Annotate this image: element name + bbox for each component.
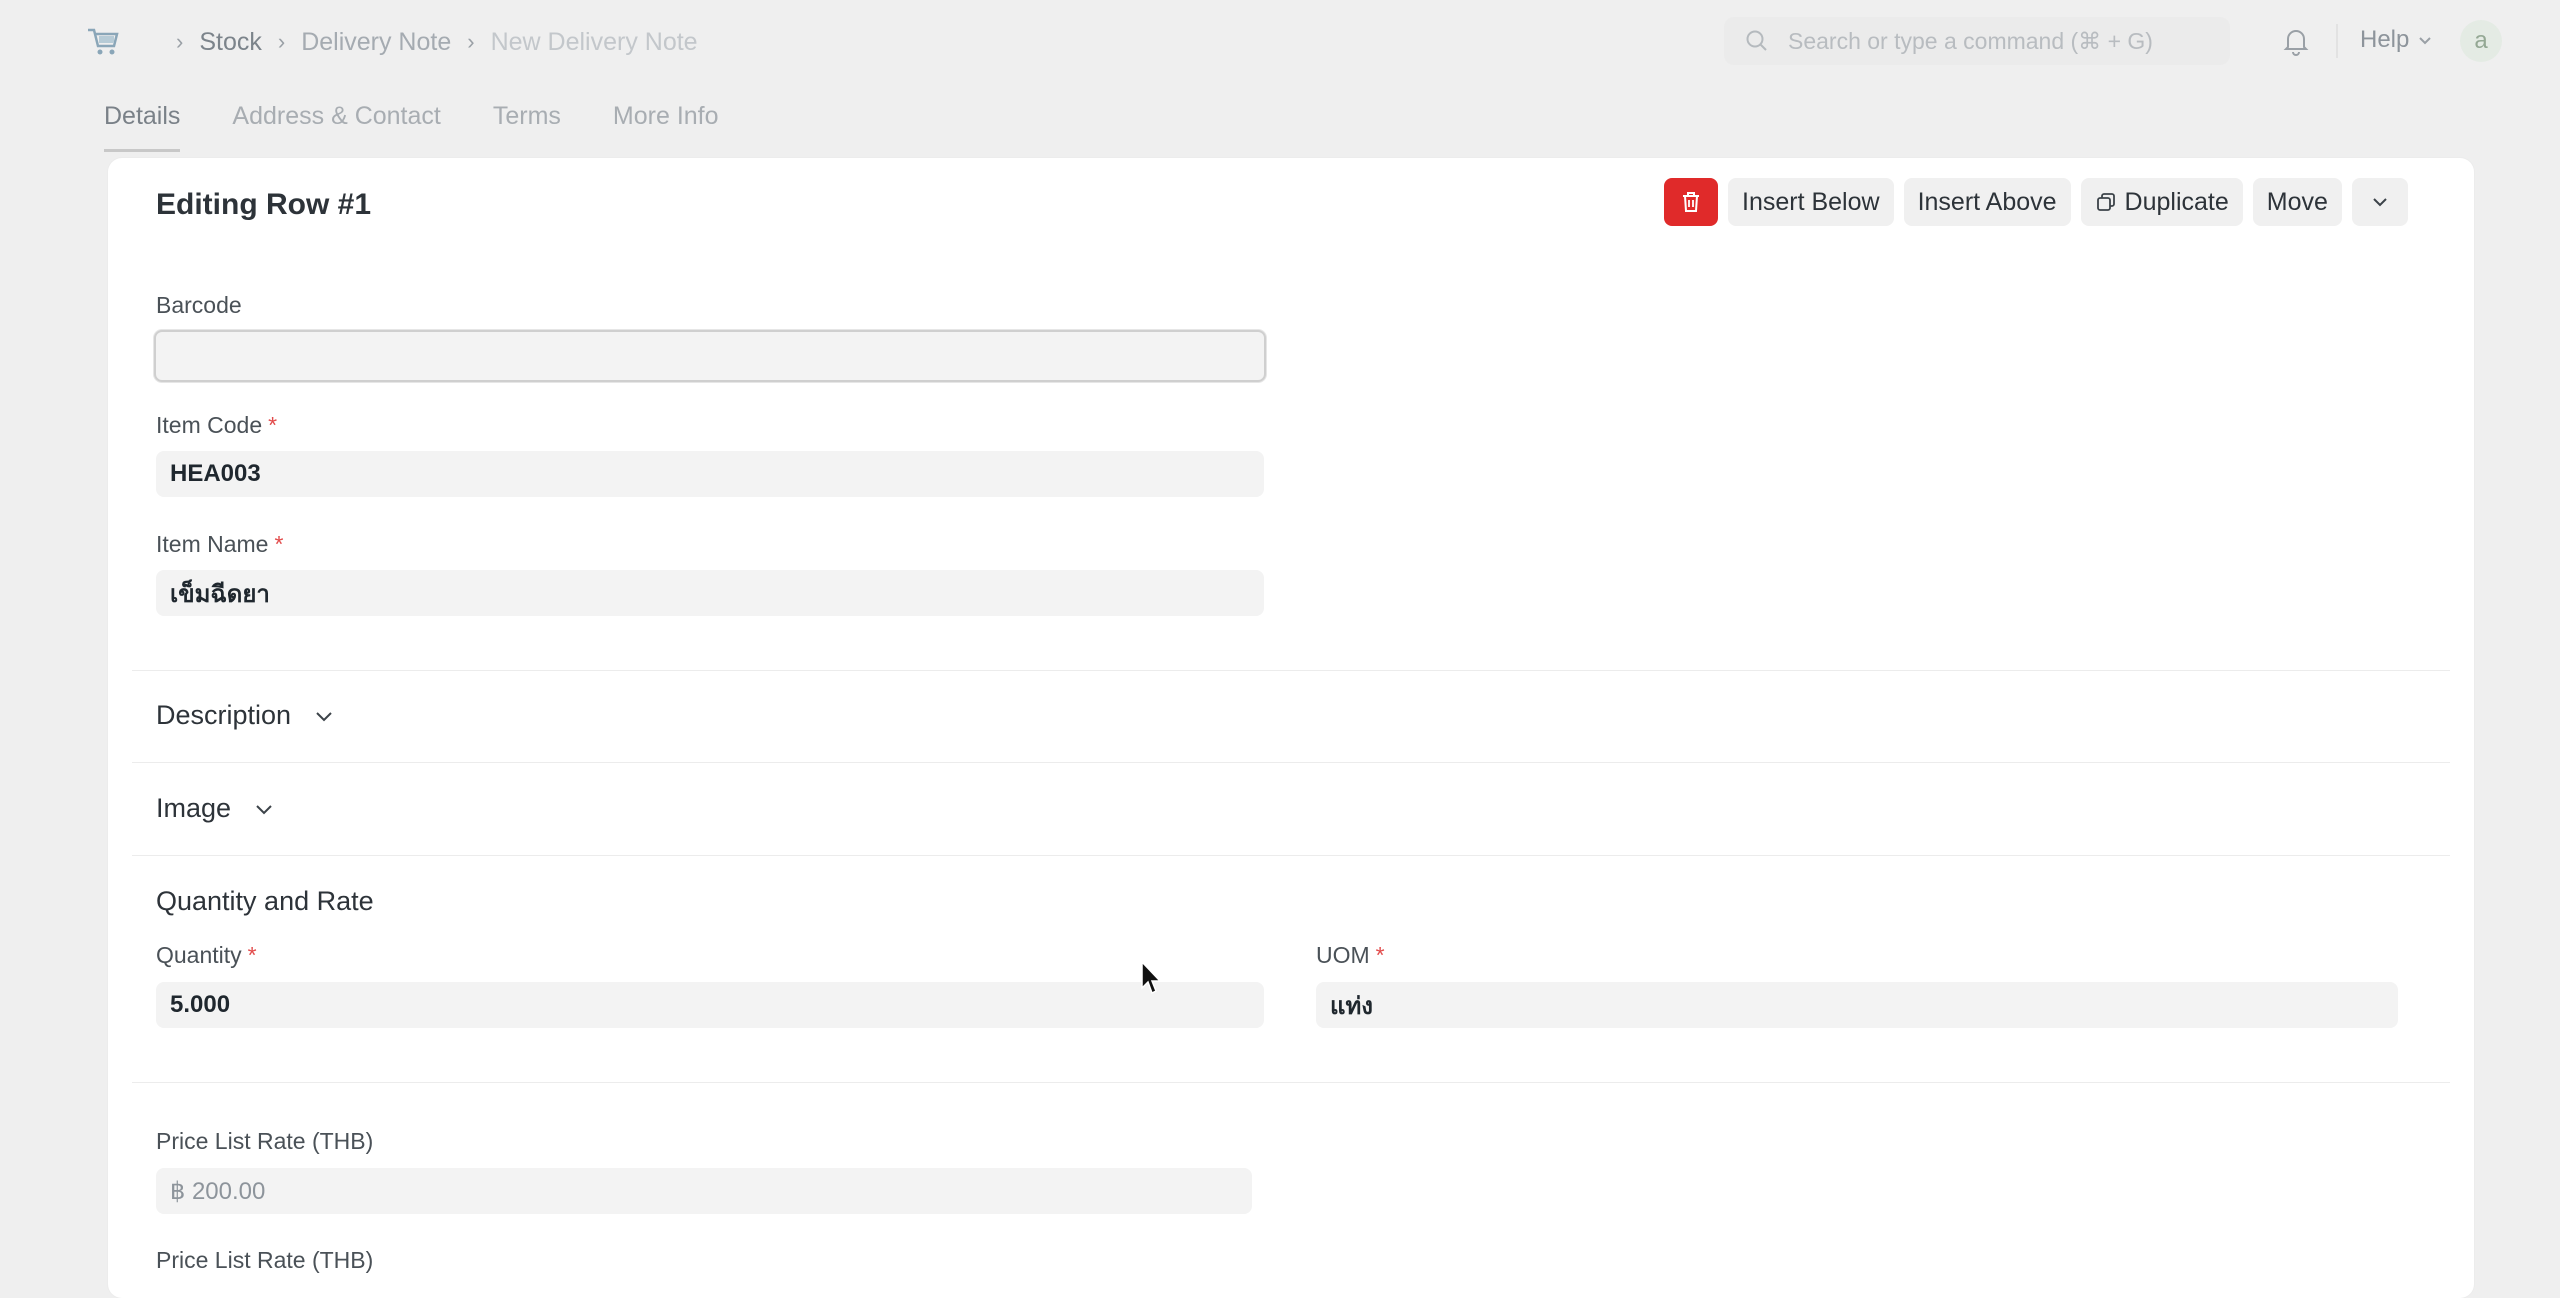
collapse-row-button[interactable] (2351, 178, 2408, 226)
item-name-field[interactable]: เข็มฉีดยา (156, 570, 1264, 616)
description-section-title: Description (156, 700, 292, 730)
item-code-label: Item Code * (156, 412, 277, 439)
insert-above-button[interactable]: Insert Above (1903, 178, 2071, 226)
quantity-field[interactable]: 5.000 (156, 982, 1264, 1028)
copy-icon (2096, 193, 2115, 211)
chevron-right-icon: › (277, 29, 286, 54)
quantity-label-text: Quantity (156, 942, 242, 968)
mouse-cursor-icon (1141, 960, 1162, 995)
description-section-toggle[interactable]: Description (156, 700, 335, 731)
section-divider (132, 762, 2450, 763)
delete-row-button[interactable] (1664, 178, 1718, 226)
tab-details[interactable]: Details (104, 96, 181, 152)
price-list-rate-label: Price List Rate (THB) (156, 1128, 374, 1154)
breadcrumb-new-delivery-note: New Delivery Note (490, 27, 698, 56)
help-label: Help (2360, 26, 2410, 53)
move-button[interactable]: Move (2252, 178, 2342, 226)
tab-more-info[interactable]: More Info (613, 96, 719, 152)
duplicate-button[interactable]: Duplicate (2080, 178, 2243, 226)
insert-below-button[interactable]: Insert Below (1728, 178, 1894, 226)
chevron-down-icon (316, 711, 332, 721)
tab-address-contact[interactable]: Address & Contact (232, 96, 440, 152)
uom-label-text: UOM (1316, 942, 1370, 968)
required-marker: * (1375, 942, 1385, 968)
required-marker: * (268, 412, 278, 438)
breadcrumb: › Stock › Delivery Note › New Delivery N… (160, 26, 698, 58)
form-tabs: Details Address & Contact Terms More Inf… (104, 96, 719, 152)
row-actions: Insert Below Insert Above Duplicate Move (1664, 178, 2408, 226)
item-code-label-text: Item Code (156, 412, 263, 438)
breadcrumb-delivery-note[interactable]: Delivery Note (301, 28, 451, 57)
quantity-label: Quantity * (156, 942, 257, 969)
page-title: Editing Row #1 (156, 188, 372, 221)
barcode-label: Barcode (156, 292, 242, 318)
trash-icon (1683, 192, 1699, 212)
section-divider (132, 1082, 2450, 1083)
chevron-down-icon (256, 804, 272, 814)
image-section-title: Image (156, 793, 232, 823)
chevron-right-icon: › (467, 29, 475, 54)
price-list-rate-field: ฿ 200.00 (156, 1168, 1252, 1214)
uom-field[interactable]: แท่ง (1316, 982, 2398, 1028)
notification-bell-icon[interactable] (2282, 26, 2310, 56)
item-name-label-text: Item Name (156, 531, 269, 557)
row-editor-card: Editing Row #1 Insert Below Insert Above… (108, 158, 2474, 1298)
chevron-right-icon: › (176, 29, 184, 54)
item-code-field[interactable]: HEA003 (156, 451, 1264, 497)
duplicate-label: Duplicate (2124, 187, 2229, 216)
tab-terms[interactable]: Terms (493, 96, 561, 152)
navbar: › Stock › Delivery Note › New Delivery N… (0, 0, 2560, 82)
navbar-divider (2336, 24, 2338, 58)
section-divider (132, 670, 2450, 671)
search-placeholder: Search or type a command (⌘ + G) (1788, 27, 2153, 54)
help-dropdown[interactable]: Help (2360, 26, 2433, 54)
search-input[interactable]: Search or type a command (⌘ + G) (1724, 17, 2230, 65)
image-section-toggle[interactable]: Image (156, 793, 275, 824)
item-name-label: Item Name * (156, 531, 283, 558)
chevron-down-icon (2373, 198, 2387, 207)
required-marker: * (274, 531, 284, 557)
chevron-down-icon (2419, 37, 2432, 45)
breadcrumb-stock[interactable]: Stock (199, 28, 262, 57)
required-marker: * (247, 942, 257, 968)
search-icon (1746, 30, 1767, 51)
barcode-field[interactable] (154, 330, 1266, 382)
app-logo-icon[interactable] (84, 22, 122, 60)
uom-label: UOM * (1316, 942, 1385, 969)
price-list-rate-label-2: Price List Rate (THB) (156, 1247, 374, 1273)
section-divider (132, 855, 2450, 856)
avatar[interactable]: a (2460, 20, 2502, 62)
quantity-rate-section-title: Quantity and Rate (156, 886, 374, 916)
